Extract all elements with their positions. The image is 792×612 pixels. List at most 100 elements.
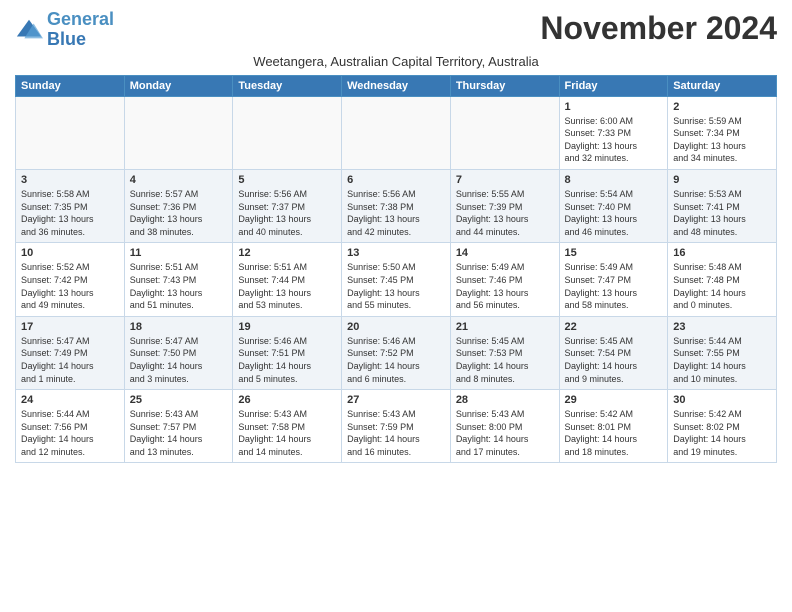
- day-info: Sunrise: 5:50 AM Sunset: 7:45 PM Dayligh…: [347, 261, 445, 311]
- day-number: 16: [673, 247, 771, 259]
- day-info: Sunrise: 5:59 AM Sunset: 7:34 PM Dayligh…: [673, 115, 771, 165]
- day-number: 7: [456, 174, 554, 186]
- calendar-cell-w5-d3: 26Sunrise: 5:43 AM Sunset: 7:58 PM Dayli…: [233, 390, 342, 463]
- col-tuesday: Tuesday: [233, 75, 342, 96]
- day-info: Sunrise: 5:48 AM Sunset: 7:48 PM Dayligh…: [673, 261, 771, 311]
- calendar-cell-w4-d5: 21 Sunrise: 5:45 AM Sunset: 7:53 PM Dayli…: [450, 316, 559, 389]
- day-number: 2: [673, 101, 771, 113]
- day-info: Sunrise: 5:47 AM Sunset: 7:50 PM Dayligh…: [130, 335, 228, 385]
- day-info: Sunrise: 5:44 AM Sunset: 7:56 PM Dayligh…: [21, 408, 119, 458]
- day-number: 26: [238, 394, 336, 406]
- logo: General Blue: [15, 10, 114, 50]
- day-info: Sunrise: 5:46 AM Sunset: 7:51 PM Dayligh…: [238, 335, 336, 385]
- month-title: November 2024: [540, 10, 777, 47]
- col-sunday: Sunday: [16, 75, 125, 96]
- calendar-body: 1 Sunrise: 6:00 AM Sunset: 7:33 PM Daylig…: [16, 96, 777, 463]
- day-info: Sunrise: 5:45 AM Sunset: 7:53 PM Dayligh…: [456, 335, 554, 385]
- day-info: Sunrise: 5:43 AM Sunset: 7:57 PM Dayligh…: [130, 408, 228, 458]
- day-info: Sunrise: 5:51 AM Sunset: 7:43 PM Dayligh…: [130, 261, 228, 311]
- logo-blue: Blue: [47, 29, 86, 49]
- day-number: 17: [21, 321, 119, 333]
- day-number: 21: [456, 321, 554, 333]
- col-wednesday: Wednesday: [342, 75, 451, 96]
- day-number: 15: [565, 247, 663, 259]
- calendar-cell-w4-d4: 20 Sunrise: 5:46 AM Sunset: 7:52 PM Dayli…: [342, 316, 451, 389]
- calendar-cell-w1-d6: 1 Sunrise: 6:00 AM Sunset: 7:33 PM Daylig…: [559, 96, 668, 169]
- calendar-cell-w2-d6: 8 Sunrise: 5:54 AM Sunset: 7:40 PM Daylig…: [559, 169, 668, 242]
- day-number: 12: [238, 247, 336, 259]
- calendar-cell-w5-d5: 28Sunrise: 5:43 AM Sunset: 8:00 PM Dayli…: [450, 390, 559, 463]
- calendar-cell-w4-d2: 18Sunrise: 5:47 AM Sunset: 7:50 PM Dayli…: [124, 316, 233, 389]
- day-number: 22: [565, 321, 663, 333]
- header-row: General Blue November 2024: [15, 10, 777, 50]
- calendar-cell-w5-d7: 30Sunrise: 5:42 AM Sunset: 8:02 PM Dayli…: [668, 390, 777, 463]
- calendar-header-row: Sunday Monday Tuesday Wednesday Thursday…: [16, 75, 777, 96]
- day-number: 20: [347, 321, 445, 333]
- calendar-cell-w1-d5: [450, 96, 559, 169]
- calendar-cell-w3-d5: 14Sunrise: 5:49 AM Sunset: 7:46 PM Dayli…: [450, 243, 559, 316]
- day-info: Sunrise: 5:55 AM Sunset: 7:39 PM Dayligh…: [456, 188, 554, 238]
- calendar-cell-w3-d2: 11 Sunrise: 5:51 AM Sunset: 7:43 PM Dayli…: [124, 243, 233, 316]
- calendar-table: Sunday Monday Tuesday Wednesday Thursday…: [15, 75, 777, 464]
- day-number: 8: [565, 174, 663, 186]
- day-number: 14: [456, 247, 554, 259]
- col-monday: Monday: [124, 75, 233, 96]
- day-number: 6: [347, 174, 445, 186]
- calendar-cell-w4-d6: 22 Sunrise: 5:45 AM Sunset: 7:54 PM Dayli…: [559, 316, 668, 389]
- calendar-cell-w2-d3: 5Sunrise: 5:56 AM Sunset: 7:37 PM Daylig…: [233, 169, 342, 242]
- calendar-cell-w3-d3: 12Sunrise: 5:51 AM Sunset: 7:44 PM Dayli…: [233, 243, 342, 316]
- calendar-cell-w5-d1: 24 Sunrise: 5:44 AM Sunset: 7:56 PM Dayli…: [16, 390, 125, 463]
- day-info: Sunrise: 5:52 AM Sunset: 7:42 PM Dayligh…: [21, 261, 119, 311]
- subtitle: Weetangera, Australian Capital Territory…: [15, 54, 777, 69]
- calendar-cell-w2-d2: 4 Sunrise: 5:57 AM Sunset: 7:36 PM Daylig…: [124, 169, 233, 242]
- calendar-cell-w2-d7: 9Sunrise: 5:53 AM Sunset: 7:41 PM Daylig…: [668, 169, 777, 242]
- day-info: Sunrise: 5:49 AM Sunset: 7:47 PM Dayligh…: [565, 261, 663, 311]
- day-info: Sunrise: 5:46 AM Sunset: 7:52 PM Dayligh…: [347, 335, 445, 385]
- day-info: Sunrise: 5:43 AM Sunset: 8:00 PM Dayligh…: [456, 408, 554, 458]
- day-info: Sunrise: 5:45 AM Sunset: 7:54 PM Dayligh…: [565, 335, 663, 385]
- calendar-week-3: 10 Sunrise: 5:52 AM Sunset: 7:42 PM Dayli…: [16, 243, 777, 316]
- day-number: 25: [130, 394, 228, 406]
- calendar-week-1: 1 Sunrise: 6:00 AM Sunset: 7:33 PM Daylig…: [16, 96, 777, 169]
- day-info: Sunrise: 5:43 AM Sunset: 7:59 PM Dayligh…: [347, 408, 445, 458]
- day-number: 11: [130, 247, 228, 259]
- calendar-cell-w5-d2: 25 Sunrise: 5:43 AM Sunset: 7:57 PM Dayli…: [124, 390, 233, 463]
- day-info: Sunrise: 5:58 AM Sunset: 7:35 PM Dayligh…: [21, 188, 119, 238]
- main-container: General Blue November 2024 Weetangera, A…: [0, 0, 792, 471]
- calendar-cell-w3-d7: 16 Sunrise: 5:48 AM Sunset: 7:48 PM Dayli…: [668, 243, 777, 316]
- day-number: 19: [238, 321, 336, 333]
- day-number: 4: [130, 174, 228, 186]
- day-number: 24: [21, 394, 119, 406]
- calendar-cell-w4-d7: 23 Sunrise: 5:44 AM Sunset: 7:55 PM Dayli…: [668, 316, 777, 389]
- col-thursday: Thursday: [450, 75, 559, 96]
- calendar-cell-w2-d1: 3 Sunrise: 5:58 AM Sunset: 7:35 PM Daylig…: [16, 169, 125, 242]
- calendar-cell-w3-d4: 13Sunrise: 5:50 AM Sunset: 7:45 PM Dayli…: [342, 243, 451, 316]
- day-info: Sunrise: 5:56 AM Sunset: 7:38 PM Dayligh…: [347, 188, 445, 238]
- calendar-cell-w5-d6: 29Sunrise: 5:42 AM Sunset: 8:01 PM Dayli…: [559, 390, 668, 463]
- calendar-cell-w1-d3: [233, 96, 342, 169]
- day-info: Sunrise: 5:57 AM Sunset: 7:36 PM Dayligh…: [130, 188, 228, 238]
- day-number: 23: [673, 321, 771, 333]
- day-info: Sunrise: 5:44 AM Sunset: 7:55 PM Dayligh…: [673, 335, 771, 385]
- col-friday: Friday: [559, 75, 668, 96]
- day-number: 27: [347, 394, 445, 406]
- day-info: Sunrise: 5:47 AM Sunset: 7:49 PM Dayligh…: [21, 335, 119, 385]
- calendar-cell-w4-d3: 19 Sunrise: 5:46 AM Sunset: 7:51 PM Dayli…: [233, 316, 342, 389]
- calendar-cell-w3-d6: 15 Sunrise: 5:49 AM Sunset: 7:47 PM Dayli…: [559, 243, 668, 316]
- day-info: Sunrise: 5:54 AM Sunset: 7:40 PM Dayligh…: [565, 188, 663, 238]
- day-number: 30: [673, 394, 771, 406]
- day-number: 10: [21, 247, 119, 259]
- calendar-week-5: 24 Sunrise: 5:44 AM Sunset: 7:56 PM Dayli…: [16, 390, 777, 463]
- day-number: 3: [21, 174, 119, 186]
- day-info: Sunrise: 5:56 AM Sunset: 7:37 PM Dayligh…: [238, 188, 336, 238]
- calendar-week-2: 3 Sunrise: 5:58 AM Sunset: 7:35 PM Daylig…: [16, 169, 777, 242]
- day-info: Sunrise: 6:00 AM Sunset: 7:33 PM Dayligh…: [565, 115, 663, 165]
- calendar-cell-w1-d1: [16, 96, 125, 169]
- day-number: 1: [565, 101, 663, 113]
- day-number: 29: [565, 394, 663, 406]
- day-number: 9: [673, 174, 771, 186]
- calendar-cell-w2-d4: 6 Sunrise: 5:56 AM Sunset: 7:38 PM Daylig…: [342, 169, 451, 242]
- col-saturday: Saturday: [668, 75, 777, 96]
- calendar-cell-w1-d2: [124, 96, 233, 169]
- calendar-week-4: 17 Sunrise: 5:47 AM Sunset: 7:49 PM Dayli…: [16, 316, 777, 389]
